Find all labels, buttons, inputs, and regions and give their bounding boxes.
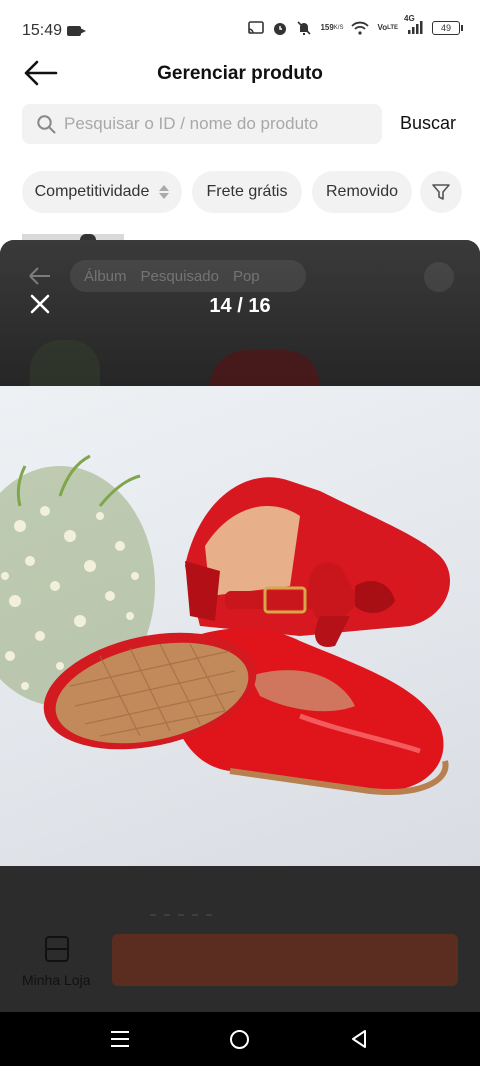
image-counter: 14 / 16 — [209, 295, 271, 317]
image-viewer-overlay: Álbum Pesquisado Pop 14 / 16 Minha Loja — [0, 240, 480, 1012]
dot — [150, 914, 156, 916]
background-foliage-shape — [30, 340, 100, 386]
battery-icon: 49 — [432, 21, 463, 35]
status-bar: 15:49 159 K/S Vo LTE 4G 49 — [0, 0, 480, 60]
red-shoe-illustration — [0, 454, 450, 795]
notifications-muted-icon — [296, 20, 312, 36]
network-speed-unit: K/S — [333, 25, 344, 31]
dot — [164, 914, 170, 916]
ghost-back-icon — [28, 266, 52, 286]
dot — [192, 914, 198, 916]
alarm-icon — [272, 20, 288, 36]
search-bar[interactable] — [22, 104, 382, 144]
search-button[interactable]: Buscar — [400, 113, 456, 134]
primary-action-button[interactable] — [112, 934, 458, 986]
tab-pop: Pop — [232, 267, 260, 285]
recent-apps-icon[interactable] — [111, 1031, 129, 1047]
ghost-refresh-icon — [424, 262, 454, 292]
cell-signal-icon: 4G — [404, 15, 424, 35]
filter-frete-gratis[interactable]: Frete grátis — [192, 171, 302, 213]
filter-button[interactable] — [420, 171, 462, 213]
cast-icon — [248, 21, 265, 35]
network-speed-value: 159 — [320, 23, 334, 32]
tab-pesquisado: Pesquisado — [140, 267, 219, 285]
home-icon[interactable] — [230, 1030, 249, 1049]
filter-removido-label: Removido — [325, 183, 399, 200]
search-input[interactable] — [64, 114, 364, 134]
dot — [178, 914, 184, 916]
viewer-background-header: Álbum Pesquisado Pop 14 / 16 — [0, 240, 480, 386]
product-photo[interactable] — [0, 386, 480, 866]
viewer-bottom-area: Minha Loja — [0, 866, 480, 1012]
volte-indicator: Vo LTE — [377, 24, 398, 32]
store-label[interactable]: Minha Loja — [22, 972, 91, 988]
status-time: 15:49 — [22, 22, 63, 39]
carousel-dots — [150, 914, 212, 916]
dot — [206, 914, 212, 916]
network-speed: 159 K/S — [320, 24, 343, 32]
status-icons: 159 K/S Vo LTE 4G 49 — [248, 15, 463, 36]
album-tabs: Álbum Pesquisado Pop — [70, 260, 306, 292]
volte-top: Vo — [377, 23, 388, 32]
sort-icon — [159, 184, 170, 200]
app-header: Gerenciar produto — [0, 60, 480, 90]
volte-bottom: LTE — [387, 25, 398, 31]
filter-funnel-icon — [432, 184, 450, 200]
nav-back-icon[interactable] — [351, 1030, 367, 1048]
filter-removido[interactable]: Removido — [312, 171, 412, 213]
filter-frete-gratis-label: Frete grátis — [206, 183, 288, 200]
signal-label: 4G — [404, 14, 415, 23]
background-shoe-shape — [210, 350, 320, 386]
battery-level: 49 — [440, 23, 451, 33]
page-title: Gerenciar produto — [157, 63, 323, 84]
store-icon[interactable] — [45, 936, 69, 962]
search-icon — [36, 114, 56, 134]
filter-competitividade-label: Competitividade — [34, 183, 150, 200]
filter-competitividade[interactable]: Competitividade — [22, 171, 182, 213]
wifi-icon — [351, 21, 370, 35]
system-nav-bar — [0, 1012, 480, 1066]
tab-album: Álbum — [84, 267, 127, 285]
video-recording-icon — [67, 26, 86, 36]
